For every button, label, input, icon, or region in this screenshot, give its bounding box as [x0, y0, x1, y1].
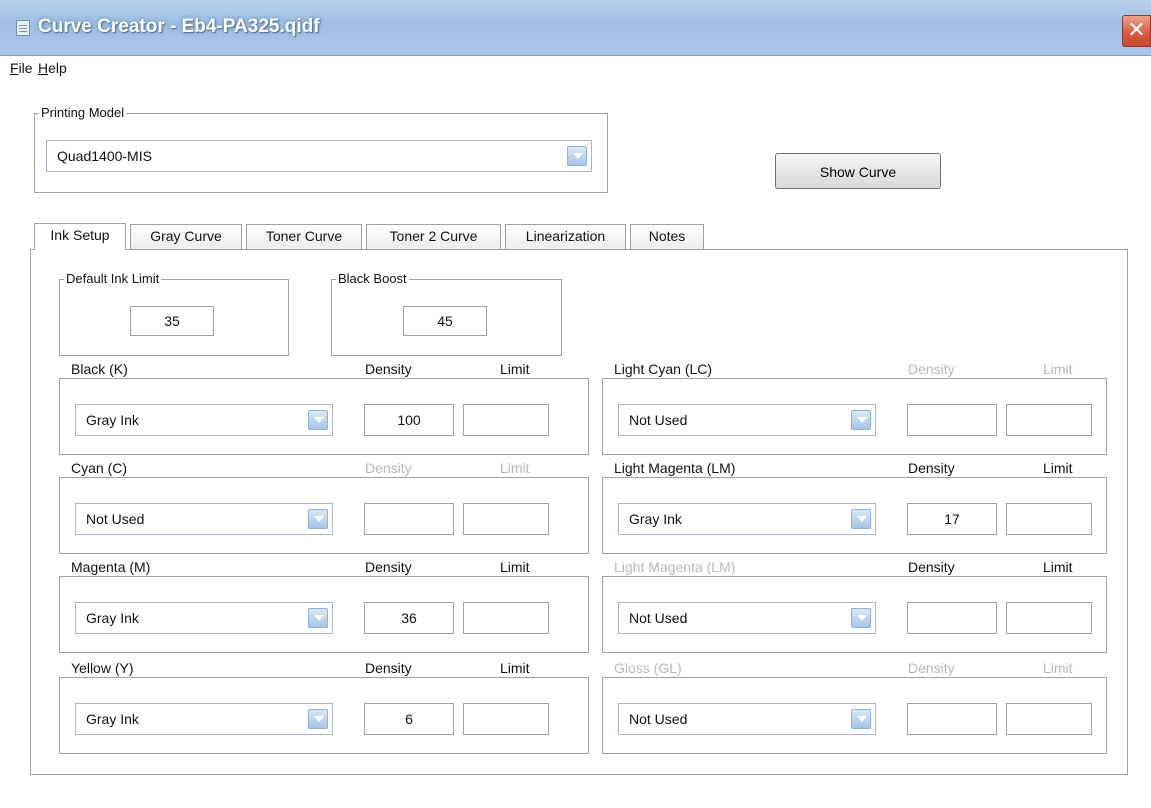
- light-magenta-lm-group: Gray Ink 17: [602, 477, 1107, 554]
- light-magenta-limit-header: Limit: [1043, 460, 1073, 476]
- black-boost-group: Black Boost 45: [331, 271, 562, 356]
- light-cyan-lc-group: Not Used: [602, 378, 1107, 455]
- cyan-c-label: Cyan (C): [71, 460, 128, 476]
- light-magenta-2-density-header: Density: [908, 559, 955, 575]
- light-cyan-lc-limit-field[interactable]: [1006, 404, 1092, 436]
- yellow-y-ink-value: Gray Ink: [86, 711, 139, 727]
- light-magenta-lm-limit-field[interactable]: [1006, 503, 1092, 535]
- light-magenta-lm-ink-value: Gray Ink: [629, 511, 682, 527]
- menu-file[interactable]: File: [10, 60, 33, 76]
- yellow-y-group: Gray Ink 6: [59, 677, 589, 754]
- app-icon: [16, 20, 30, 36]
- light-magenta-lm-2-label: Light Magenta (LM): [614, 559, 736, 575]
- black-k-limit-field[interactable]: [463, 404, 549, 436]
- tab-ink-setup[interactable]: Ink Setup: [34, 223, 126, 250]
- menu-bar: File Help: [0, 57, 1151, 81]
- light-magenta-lm-2-limit-field[interactable]: [1006, 602, 1092, 634]
- cyan-c-ink-select[interactable]: Not Used: [75, 503, 333, 535]
- light-magenta-lm-density-field[interactable]: 17: [907, 503, 997, 535]
- light-cyan-lc-ink-value: Not Used: [629, 412, 688, 428]
- yellow-y-limit-field[interactable]: [463, 703, 549, 735]
- cyan-c-limit-field[interactable]: [463, 503, 549, 535]
- default-ink-limit-group: Default Ink Limit 35: [59, 271, 289, 356]
- gloss-gl-limit-field[interactable]: [1006, 703, 1092, 735]
- tab-notes[interactable]: Notes: [630, 224, 704, 249]
- title-bar: Curve Creator - Eb4-PA325.qidf ✕: [0, 0, 1151, 56]
- tab-toner-curve[interactable]: Toner Curve: [246, 224, 362, 249]
- printing-model-select[interactable]: Quad1400-MIS: [46, 140, 592, 172]
- gloss-gl-density-field[interactable]: [907, 703, 997, 735]
- chevron-down-icon[interactable]: [308, 709, 328, 729]
- printing-model-label: Printing Model: [39, 105, 127, 121]
- black-k-ink-value: Gray Ink: [86, 412, 139, 428]
- black-boost-label: Black Boost: [336, 271, 409, 287]
- cyan-c-ink-value: Not Used: [86, 511, 145, 527]
- curve-creator-window: Curve Creator - Eb4-PA325.qidf ✕ File He…: [0, 0, 1151, 808]
- light-magenta-lm-2-group: Not Used: [602, 576, 1107, 653]
- black-k-ink-select[interactable]: Gray Ink: [75, 404, 333, 436]
- yellow-y-density-field[interactable]: 6: [364, 703, 454, 735]
- chevron-down-icon[interactable]: [851, 509, 871, 529]
- yellow-y-ink-select[interactable]: Gray Ink: [75, 703, 333, 735]
- printing-model-value: Quad1400-MIS: [57, 148, 152, 164]
- light-cyan-limit-header: Limit: [1043, 361, 1073, 377]
- yellow-limit-header: Limit: [500, 660, 530, 676]
- menu-help[interactable]: Help: [38, 60, 67, 76]
- black-k-group: Gray Ink 100: [59, 378, 589, 455]
- window-title: Curve Creator - Eb4-PA325.qidf: [38, 16, 320, 37]
- black-k-density-field[interactable]: 100: [364, 404, 454, 436]
- cyan-density-header: Density: [365, 460, 412, 476]
- magenta-density-header: Density: [365, 559, 412, 575]
- close-icon[interactable]: ✕: [1122, 15, 1151, 47]
- chevron-down-icon[interactable]: [851, 709, 871, 729]
- light-magenta-lm-label: Light Magenta (LM): [614, 460, 736, 476]
- yellow-y-label: Yellow (Y): [71, 660, 134, 676]
- light-magenta-density-header: Density: [908, 460, 955, 476]
- black-limit-header: Limit: [500, 361, 530, 377]
- gloss-gl-ink-value: Not Used: [629, 711, 688, 727]
- chevron-down-icon[interactable]: [851, 608, 871, 628]
- black-boost-field[interactable]: 45: [403, 306, 487, 336]
- gloss-gl-label: Gloss (GL): [614, 660, 682, 676]
- cyan-limit-header: Limit: [500, 460, 530, 476]
- chevron-down-icon[interactable]: [308, 608, 328, 628]
- tab-gray-curve[interactable]: Gray Curve: [130, 224, 242, 249]
- light-magenta-lm-ink-select[interactable]: Gray Ink: [618, 503, 876, 535]
- light-magenta-lm-2-ink-value: Not Used: [629, 610, 688, 626]
- magenta-m-limit-field[interactable]: [463, 602, 549, 634]
- magenta-m-group: Gray Ink 36: [59, 576, 589, 653]
- gloss-limit-header: Limit: [1043, 660, 1073, 676]
- magenta-limit-header: Limit: [500, 559, 530, 575]
- gloss-gl-group: Not Used: [602, 677, 1107, 754]
- light-cyan-density-header: Density: [908, 361, 955, 377]
- default-ink-limit-label: Default Ink Limit: [64, 271, 162, 287]
- chevron-down-icon[interactable]: [567, 146, 587, 166]
- tab-linearization[interactable]: Linearization: [505, 224, 626, 249]
- tab-toner-2-curve[interactable]: Toner 2 Curve: [366, 224, 501, 249]
- default-ink-limit-field[interactable]: 35: [130, 306, 214, 336]
- black-density-header: Density: [365, 361, 412, 377]
- printing-model-group: Printing Model Quad1400-MIS: [34, 105, 608, 193]
- cyan-c-group: Not Used: [59, 477, 589, 554]
- light-magenta-2-limit-header: Limit: [1043, 559, 1073, 575]
- chevron-down-icon[interactable]: [851, 410, 871, 430]
- light-magenta-lm-2-density-field[interactable]: [907, 602, 997, 634]
- magenta-m-ink-select[interactable]: Gray Ink: [75, 602, 333, 634]
- light-cyan-lc-label: Light Cyan (LC): [614, 361, 713, 377]
- magenta-m-density-field[interactable]: 36: [364, 602, 454, 634]
- black-k-label: Black (K): [71, 361, 128, 377]
- show-curve-button[interactable]: Show Curve: [775, 153, 941, 189]
- chevron-down-icon[interactable]: [308, 509, 328, 529]
- light-cyan-lc-ink-select[interactable]: Not Used: [618, 404, 876, 436]
- magenta-m-ink-value: Gray Ink: [86, 610, 139, 626]
- light-cyan-lc-density-field[interactable]: [907, 404, 997, 436]
- gloss-gl-ink-select[interactable]: Not Used: [618, 703, 876, 735]
- ink-setup-panel: Default Ink Limit 35 Black Boost 45 Blac…: [30, 249, 1128, 775]
- cyan-c-density-field[interactable]: [364, 503, 454, 535]
- light-magenta-lm-2-ink-select[interactable]: Not Used: [618, 602, 876, 634]
- yellow-density-header: Density: [365, 660, 412, 676]
- gloss-density-header: Density: [908, 660, 955, 676]
- magenta-m-label: Magenta (M): [71, 559, 151, 575]
- chevron-down-icon[interactable]: [308, 410, 328, 430]
